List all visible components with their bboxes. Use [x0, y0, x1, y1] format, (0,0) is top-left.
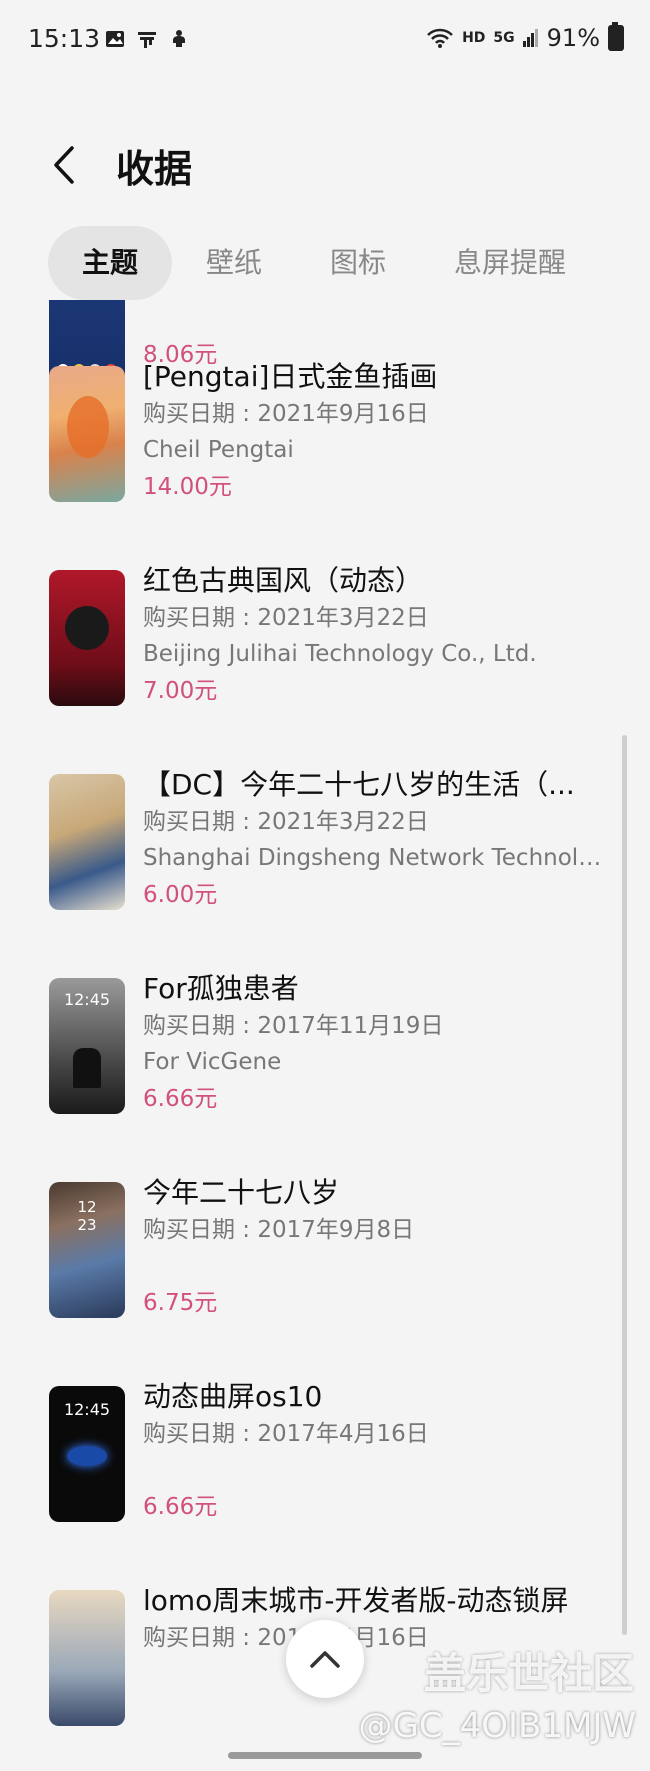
battery-percent: 91%	[546, 24, 600, 52]
chevron-up-icon	[310, 1651, 340, 1668]
tab-aod[interactable]: 息屏提醒	[420, 226, 600, 300]
network-hd-label: HD	[462, 30, 486, 46]
status-bar: 15:13 HD 5G 91%	[0, 0, 650, 80]
item-vendor	[143, 1452, 603, 1488]
item-price: 6.66元	[143, 1086, 218, 1112]
item-title: 今年二十七八岁	[143, 1176, 340, 1209]
watermark-user-id: @GC_4OIB1MJW	[358, 1706, 636, 1746]
scroll-to-top-button[interactable]	[286, 1620, 364, 1698]
watermark-brand: 盖乐世社区	[423, 1649, 634, 1698]
item-purchase-date: 购买日期 : 2017年4月16日	[143, 1421, 429, 1447]
wifi-icon	[427, 28, 453, 48]
back-arrow-icon[interactable]	[44, 140, 84, 190]
battery-icon	[608, 22, 624, 51]
theme-thumbnail	[49, 774, 125, 910]
theme-thumbnail	[49, 570, 125, 706]
item-title: 【DC】今年二十七八岁的生活（...	[143, 768, 575, 801]
theme-thumbnail	[49, 366, 125, 502]
item-price: 7.00元	[143, 678, 218, 704]
gallery-icon	[106, 31, 124, 47]
list-item[interactable]: 红色古典国风（动态） 购买日期 : 2021年3月22日 Beijing Jul…	[0, 562, 650, 742]
item-vendor: Beijing Julihai Technology Co., Ltd.	[143, 641, 537, 667]
item-purchase-date: 购买日期 : 2017年9月8日	[143, 1217, 415, 1243]
item-title: lomo周末城市-开发者版-动态锁屏	[143, 1584, 569, 1617]
status-notification-icons	[104, 28, 190, 50]
theme-thumbnail	[49, 1590, 125, 1726]
theme-thumbnail: 12:45	[49, 1386, 125, 1522]
item-purchase-date: 购买日期 : 2021年3月22日	[143, 809, 429, 835]
item-vendor	[143, 1248, 603, 1284]
home-indicator[interactable]	[228, 1752, 422, 1759]
network-5g-label: 5G	[493, 30, 515, 46]
signal-icon	[522, 29, 538, 47]
item-purchase-date: 购买日期 : 2021年3月22日	[143, 605, 429, 631]
status-time: 15:13	[28, 24, 101, 53]
item-title: For孤独患者	[143, 972, 299, 1005]
status-system-icons: HD 5G 91%	[426, 22, 624, 52]
item-price: 14.00元	[143, 474, 232, 500]
theme-thumbnail: 12:45	[49, 978, 125, 1114]
item-price: 6.66元	[143, 1494, 218, 1520]
item-purchase-date: 购买日期 : 2017年11月19日	[143, 1013, 444, 1039]
tab-icons[interactable]: 图标	[296, 226, 420, 300]
page-header: 收据	[0, 120, 650, 210]
item-price: 6.75元	[143, 1290, 218, 1316]
list-item[interactable]: [Pengtai]日式金鱼插画 购买日期 : 2021年9月16日 Cheil …	[0, 358, 650, 538]
item-title: 红色古典国风（动态）	[143, 564, 424, 597]
tab-wallpapers[interactable]: 壁纸	[172, 226, 296, 300]
item-purchase-date: 购买日期 : 2021年9月16日	[143, 401, 429, 427]
theme-thumbnail: 12 23	[49, 1182, 125, 1318]
item-title: [Pengtai]日式金鱼插画	[143, 360, 438, 393]
notification-icon	[138, 32, 156, 48]
list-item[interactable]: 12:45 动态曲屏os10 购买日期 : 2017年4月16日 6.66元	[0, 1378, 650, 1558]
item-price: 6.00元	[143, 882, 218, 908]
list-item[interactable]: 【DC】今年二十七八岁的生活（... 购买日期 : 2021年3月22日 Sha…	[0, 766, 650, 946]
scrollbar[interactable]	[622, 735, 627, 1635]
accessibility-icon	[173, 30, 185, 47]
list-item[interactable]: 12 23 今年二十七八岁 购买日期 : 2017年9月8日 6.75元	[0, 1174, 650, 1354]
receipt-list[interactable]: 8.06元 [Pengtai]日式金鱼插画 购买日期 : 2021年9月16日 …	[0, 300, 650, 1771]
category-tabs: 主题 壁纸 图标 息屏提醒	[48, 226, 600, 300]
item-vendor: Cheil Pengtai	[143, 437, 294, 463]
item-vendor: Shanghai Dingsheng Network Technolo...	[143, 845, 603, 871]
page-title: 收据	[116, 147, 193, 191]
tab-themes[interactable]: 主题	[48, 226, 173, 300]
list-item[interactable]: 12:45 For孤独患者 购买日期 : 2017年11月19日 For Vic…	[0, 970, 650, 1150]
item-title: 动态曲屏os10	[143, 1380, 323, 1413]
item-vendor: For VicGene	[143, 1049, 282, 1075]
